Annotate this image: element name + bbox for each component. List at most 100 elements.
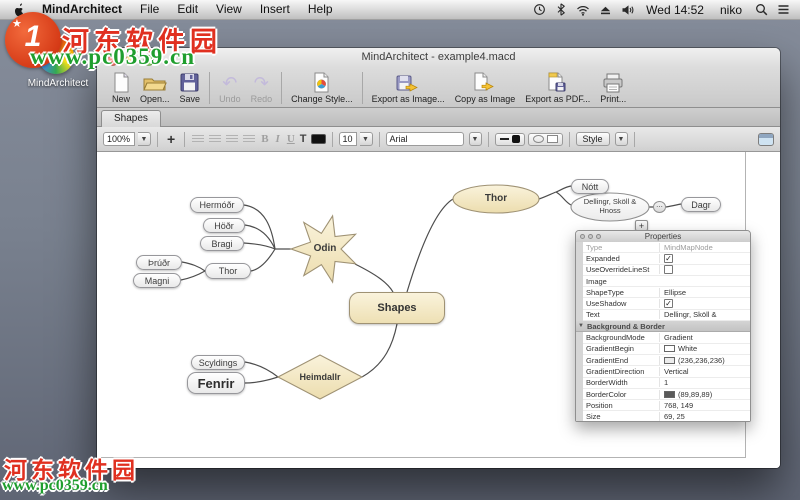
align-right-icon[interactable] xyxy=(226,134,239,144)
menu-user[interactable]: niko xyxy=(714,3,748,17)
property-row-position: Position 768, 149 xyxy=(583,400,750,412)
gradient-begin-swatch[interactable] xyxy=(664,345,675,353)
open-button[interactable]: Open... xyxy=(135,70,175,104)
copy-as-image-button[interactable]: Copy as Image xyxy=(450,70,521,104)
node-hermodr[interactable]: Hermóðr xyxy=(190,197,244,213)
node-scyldings[interactable]: Scyldings xyxy=(191,355,245,370)
add-node-button[interactable]: + xyxy=(164,131,178,147)
toolbar-separator xyxy=(209,72,211,104)
property-row-text: Text Dellingr, Sköll & xyxy=(583,309,750,322)
new-button[interactable]: New xyxy=(107,70,135,104)
expanded-checkbox[interactable]: ✓ xyxy=(664,253,673,263)
node-fenrir[interactable]: Fenrir xyxy=(187,372,245,394)
undo-button[interactable]: ↶ Undo xyxy=(214,70,246,105)
property-row-useshadow: UseShadow ✓ xyxy=(583,298,750,310)
rect-fill-icon xyxy=(546,135,558,143)
menu-insert[interactable]: Insert xyxy=(251,0,299,19)
node-thrudr[interactable]: Þrúðr xyxy=(136,255,182,270)
ellipse-icon xyxy=(532,135,544,143)
line-color-swatch xyxy=(511,135,520,143)
node-dellingr-label[interactable]: Dellingr, Sköll & Hnoss xyxy=(570,197,650,215)
property-row-borderwidth: BorderWidth 1 xyxy=(583,377,750,389)
export-as-image-button[interactable]: Export as Image... xyxy=(367,70,450,104)
node-thor-top-label[interactable]: Thor xyxy=(466,193,526,204)
font-name-dropdown-button[interactable]: ▼ xyxy=(468,132,482,146)
font-size-dropdown-button[interactable]: ▼ xyxy=(359,132,373,146)
menu-file[interactable]: File xyxy=(131,0,168,19)
useoverride-checkbox[interactable] xyxy=(664,265,673,275)
menu-list-icon[interactable] xyxy=(774,2,792,18)
redo-icon: ↷ xyxy=(253,72,269,93)
tab-shapes[interactable]: Shapes xyxy=(101,110,161,127)
property-row-bordercolor: BorderColor (89,89,89) xyxy=(583,388,750,401)
collapsed-children-connector[interactable]: ... xyxy=(653,201,666,213)
property-row-expanded: Expanded ✓ xyxy=(583,253,750,265)
node-odin-label[interactable]: Odin xyxy=(295,243,355,254)
property-row-size: Size 69, 25 xyxy=(583,411,750,421)
underline-button[interactable]: U xyxy=(285,133,297,145)
style-dropdown-button[interactable]: ▼ xyxy=(614,132,628,146)
change-style-button[interactable]: Change Style... xyxy=(286,70,358,104)
undo-icon: ↶ xyxy=(222,72,238,93)
menu-view[interactable]: View xyxy=(207,0,251,19)
disclosure-triangle-icon: ▼ xyxy=(578,323,584,330)
redo-button[interactable]: ↷ Redo xyxy=(246,70,278,105)
property-row-image: Image xyxy=(583,275,750,288)
node-hodr[interactable]: Höðr xyxy=(203,218,245,233)
menu-help[interactable]: Help xyxy=(299,0,342,19)
node-heimdallr-label[interactable]: Heimdallr xyxy=(280,372,360,382)
node-dagr[interactable]: Dagr xyxy=(681,197,721,212)
gradient-end-swatch[interactable] xyxy=(664,356,675,364)
print-button[interactable]: Print... xyxy=(595,70,631,104)
node-nott[interactable]: Nótt xyxy=(571,179,609,194)
format-bar: 100% ▼ + B I U T 10 ▼ Arial ▼ Style ▼ xyxy=(97,127,780,152)
toolbar-separator xyxy=(361,72,363,104)
open-folder-icon xyxy=(143,71,167,94)
change-style-icon xyxy=(313,71,330,94)
export-pdf-icon xyxy=(547,71,569,94)
bluetooth-icon[interactable] xyxy=(552,2,570,18)
menu-clock[interactable]: Wed 14:52 xyxy=(640,3,710,17)
font-name-field[interactable]: Arial xyxy=(385,132,464,146)
toolbar: New Open... Save ↶ Undo ↷ Redo Change St… xyxy=(97,68,780,108)
italic-button[interactable]: I xyxy=(274,133,282,145)
node-bragi[interactable]: Bragi xyxy=(200,236,244,251)
font-color-swatch[interactable] xyxy=(310,134,326,144)
export-as-pdf-button[interactable]: Export as PDF... xyxy=(520,70,595,104)
background-border-section-header[interactable]: ▼ Background & Border xyxy=(576,321,750,333)
useshadow-checkbox[interactable]: ✓ xyxy=(664,299,673,309)
canvas[interactable]: Hermóðr Höðr Bragi Þrúðr Magni Thor Shap… xyxy=(97,152,780,468)
node-magni[interactable]: Magni xyxy=(133,273,181,288)
export-image-icon xyxy=(396,71,420,94)
property-row-shapetype: ShapeType Ellipse xyxy=(583,287,750,299)
font-color-button[interactable]: T xyxy=(300,133,307,145)
node-thor-left[interactable]: Thor xyxy=(205,263,251,279)
align-center-icon[interactable] xyxy=(209,134,222,144)
desktop: { "menu_bar": { "items": ["MindArchitect… xyxy=(0,0,800,500)
time-machine-icon[interactable] xyxy=(530,2,548,18)
font-size-field[interactable]: 10 xyxy=(338,132,357,146)
wifi-icon[interactable] xyxy=(574,2,592,18)
node-shapes[interactable]: Shapes xyxy=(349,292,445,324)
bold-button[interactable]: B xyxy=(259,133,270,145)
properties-panel-toggle-button[interactable] xyxy=(758,132,774,146)
zoom-dropdown-button[interactable]: ▼ xyxy=(138,132,151,146)
zoom-level-field[interactable]: 100% xyxy=(103,132,135,146)
line-style-widget[interactable] xyxy=(494,132,525,146)
copy-image-icon xyxy=(473,71,496,94)
shape-style-widget[interactable] xyxy=(527,132,563,146)
style-button[interactable]: Style xyxy=(575,132,610,146)
align-left-icon[interactable] xyxy=(192,134,205,144)
save-button[interactable]: Save xyxy=(175,70,206,104)
eject-icon[interactable] xyxy=(596,2,614,18)
toolbar-separator xyxy=(281,72,283,104)
property-row-gradientbegin: GradientBegin White xyxy=(583,343,750,355)
align-justify-icon[interactable] xyxy=(243,134,256,144)
volume-icon[interactable] xyxy=(618,2,636,18)
property-row-gradientdirection: GradientDirection Vertical xyxy=(583,366,750,378)
properties-panel: Properties Type MindMapNode Expanded ✓ U… xyxy=(575,230,751,422)
spotlight-icon[interactable] xyxy=(752,2,770,18)
menu-edit[interactable]: Edit xyxy=(168,0,207,19)
new-document-icon xyxy=(113,71,130,94)
border-color-swatch[interactable] xyxy=(664,390,675,398)
